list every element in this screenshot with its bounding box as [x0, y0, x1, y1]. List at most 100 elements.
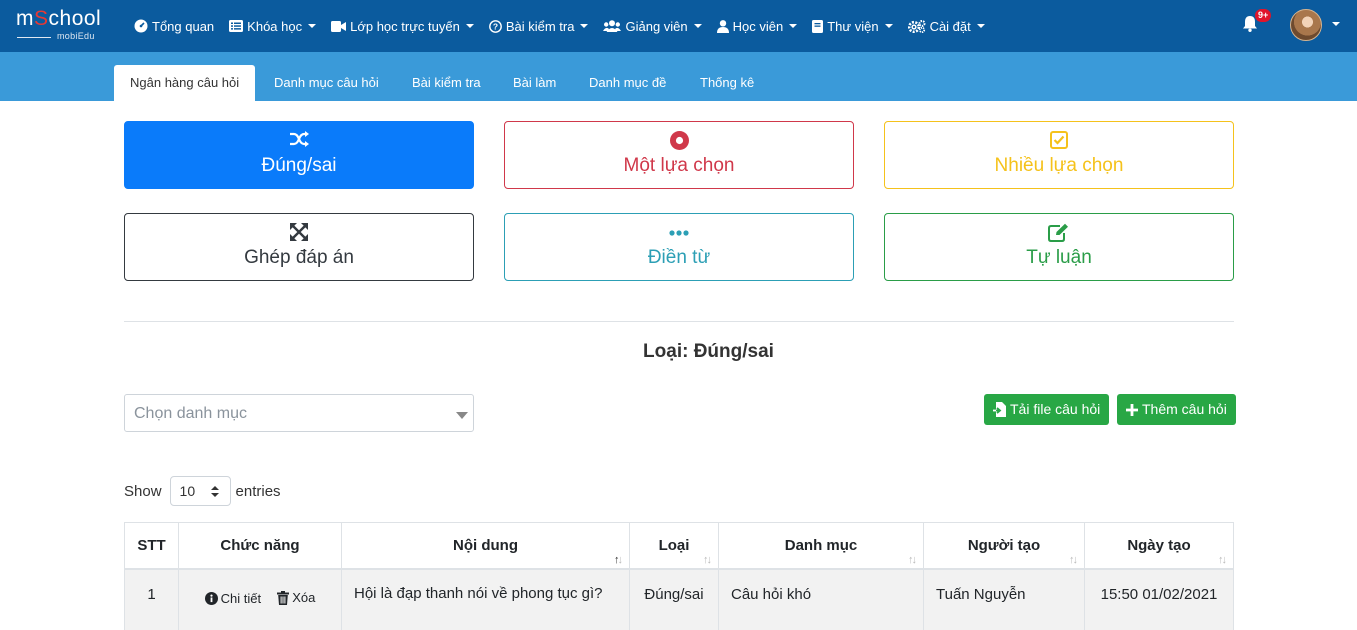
tab-danh-muc-de[interactable]: Danh mục đề: [589, 65, 666, 101]
column-header-noi-dung[interactable]: Nội dung ↑↓: [341, 523, 629, 568]
column-header-stt[interactable]: STT: [124, 523, 178, 568]
trash-icon: [277, 590, 290, 605]
upload-file-button[interactable]: Tải file câu hỏi: [984, 394, 1110, 425]
logo-underline: [17, 37, 51, 38]
column-header-loai[interactable]: Loại ↑↓: [629, 523, 718, 568]
notification-badge: 9+: [1255, 9, 1272, 22]
top-navbar: mSchool mobiEdu Tổng quan Khóa học Lớp h…: [0, 0, 1357, 52]
chevron-down-icon: [789, 24, 798, 28]
add-question-button[interactable]: Thêm câu hỏi: [1117, 394, 1236, 425]
nav-label: Bài kiểm tra: [505, 18, 575, 34]
type-button-tu-luan[interactable]: Tự luận: [884, 213, 1234, 281]
entries-length-select[interactable]: 10: [169, 476, 231, 506]
nav-item-lop-hoc[interactable]: Lớp học trực tuyến: [331, 19, 474, 34]
chevron-down-icon[interactable]: [1332, 22, 1340, 26]
entries-label: entries: [235, 482, 281, 500]
type-button-dien-tu[interactable]: Điền từ: [504, 213, 854, 281]
book-icon: [812, 19, 824, 33]
avatar[interactable]: [1290, 9, 1322, 41]
type-label: Một lựa chọn: [623, 155, 735, 176]
nav-item-hoc-vien[interactable]: Học viên: [716, 18, 798, 34]
type-button-mot-lua-chon[interactable]: Một lựa chọn: [504, 121, 854, 189]
nav-item-tong-quan[interactable]: Tổng quan: [134, 19, 214, 34]
cogs-icon: [907, 19, 926, 33]
delete-label: Xóa: [292, 590, 316, 605]
edit-icon: [1048, 223, 1070, 242]
table-header-row: STT Chức năng Nội dung ↑↓ Loại ↑↓ Danh mục…: [124, 522, 1234, 570]
caret-down-icon: [456, 412, 468, 419]
cell-type: Đúng/sai: [629, 570, 718, 630]
user-icon: [716, 19, 729, 33]
bell-icon: [1242, 16, 1258, 36]
column-header-nguoi-tao[interactable]: Người tạo ↑↓: [923, 523, 1084, 568]
tab-ngan-hang-cau-hoi[interactable]: Ngân hàng câu hỏi: [114, 65, 256, 101]
ellipsis-icon: [669, 223, 689, 241]
expand-arrows-icon: [290, 223, 308, 241]
add-question-label: Thêm câu hỏi: [1142, 401, 1227, 417]
column-header-ngay-tao[interactable]: Ngày tạo ↑↓: [1084, 523, 1234, 568]
plus-icon: [1126, 403, 1138, 416]
nav-label: Tổng quan: [152, 18, 215, 34]
logo-text: mSchool: [16, 7, 102, 30]
users-icon: [603, 20, 622, 32]
nav-label: Thư viện: [827, 18, 879, 34]
table-row: 1 Chi tiết Xóa Hội là đạp thanh nói về p…: [124, 570, 1234, 630]
column-header-danh-muc[interactable]: Danh mục ↑↓: [718, 523, 923, 568]
type-label: Nhiều lựa chọn: [994, 155, 1124, 176]
brand-logo[interactable]: mSchool mobiEdu: [16, 7, 112, 43]
type-label: Đúng/sai: [261, 155, 337, 176]
category-select-placeholder: Chọn danh mục: [134, 405, 247, 422]
show-label: Show: [124, 482, 162, 500]
nav-label: Giảng viên: [625, 18, 688, 34]
chevron-down-icon: [308, 24, 317, 28]
delete-link[interactable]: Xóa: [277, 590, 315, 605]
check-square-icon: [1050, 131, 1068, 149]
caret-down-icon: [210, 493, 219, 497]
detail-label: Chi tiết: [220, 590, 262, 606]
cell-category: Câu hỏi khó: [718, 570, 923, 630]
cell-created-date: 15:50 01/02/2021: [1084, 570, 1234, 630]
tab-bai-kiem-tra[interactable]: Bài kiểm tra: [412, 65, 481, 101]
shuffle-icon: [289, 131, 309, 149]
type-label: Điền từ: [647, 247, 711, 268]
nav-label: Khóa học: [247, 18, 303, 34]
caret-up-icon: [210, 486, 219, 490]
tab-thong-ke[interactable]: Thống kê: [700, 65, 754, 101]
cell-content: Hội là đạp thanh nói về phong tục gì?: [341, 570, 629, 630]
detail-link[interactable]: Chi tiết: [204, 590, 262, 606]
section-title: Loại: Đúng/sai: [643, 341, 774, 362]
nav-label: Lớp học trực tuyến: [350, 18, 460, 34]
cell-stt: 1: [124, 570, 178, 630]
category-select[interactable]: Chọn danh mục: [124, 394, 474, 432]
type-button-nhieu-lua-chon[interactable]: Nhiều lựa chọn: [884, 121, 1234, 189]
upload-file-label: Tải file câu hỏi: [1010, 401, 1101, 417]
sub-nav: Ngân hàng câu hỏi Danh mục câu hỏi Bài k…: [0, 52, 1357, 101]
nav-item-giang-vien[interactable]: Giảng viên: [603, 18, 702, 34]
nav-item-cai-dat[interactable]: Cài đặt: [907, 18, 985, 34]
question-circle-icon: ?: [488, 19, 502, 33]
cell-actions: Chi tiết Xóa: [178, 570, 341, 630]
type-label: Ghép đáp án: [244, 247, 354, 268]
info-circle-icon: [204, 591, 218, 605]
nav-label: Học viên: [732, 18, 784, 34]
chevron-down-icon: [976, 24, 985, 28]
svg-text:?: ?: [493, 21, 498, 31]
type-label: Tự luận: [1026, 247, 1092, 268]
list-icon: [229, 20, 244, 32]
nav-label: Cài đặt: [929, 18, 971, 34]
type-button-dung-sai[interactable]: Đúng/sai: [124, 121, 474, 189]
tab-bai-lam[interactable]: Bài làm: [513, 65, 556, 101]
logo-subtext: mobiEdu: [57, 31, 95, 41]
type-button-ghep-dap-an[interactable]: Ghép đáp án: [124, 213, 474, 281]
entries-length-control: Show 10 entries: [124, 476, 281, 506]
cell-creator: Tuấn Nguyễn: [923, 570, 1084, 630]
dot-circle-icon: [669, 131, 689, 150]
nav-item-thu-vien[interactable]: Thư viện: [812, 18, 893, 34]
nav-item-bai-kiem-tra[interactable]: ? Bài kiểm tra: [488, 18, 589, 34]
chevron-down-icon: [580, 24, 589, 28]
nav-item-khoa-hoc[interactable]: Khóa học: [229, 18, 317, 34]
tab-danh-muc-cau-hoi[interactable]: Danh mục câu hỏi: [274, 65, 379, 101]
column-header-chuc-nang: Chức năng: [178, 523, 341, 568]
chevron-down-icon: [884, 24, 893, 28]
chevron-down-icon: [465, 24, 474, 28]
